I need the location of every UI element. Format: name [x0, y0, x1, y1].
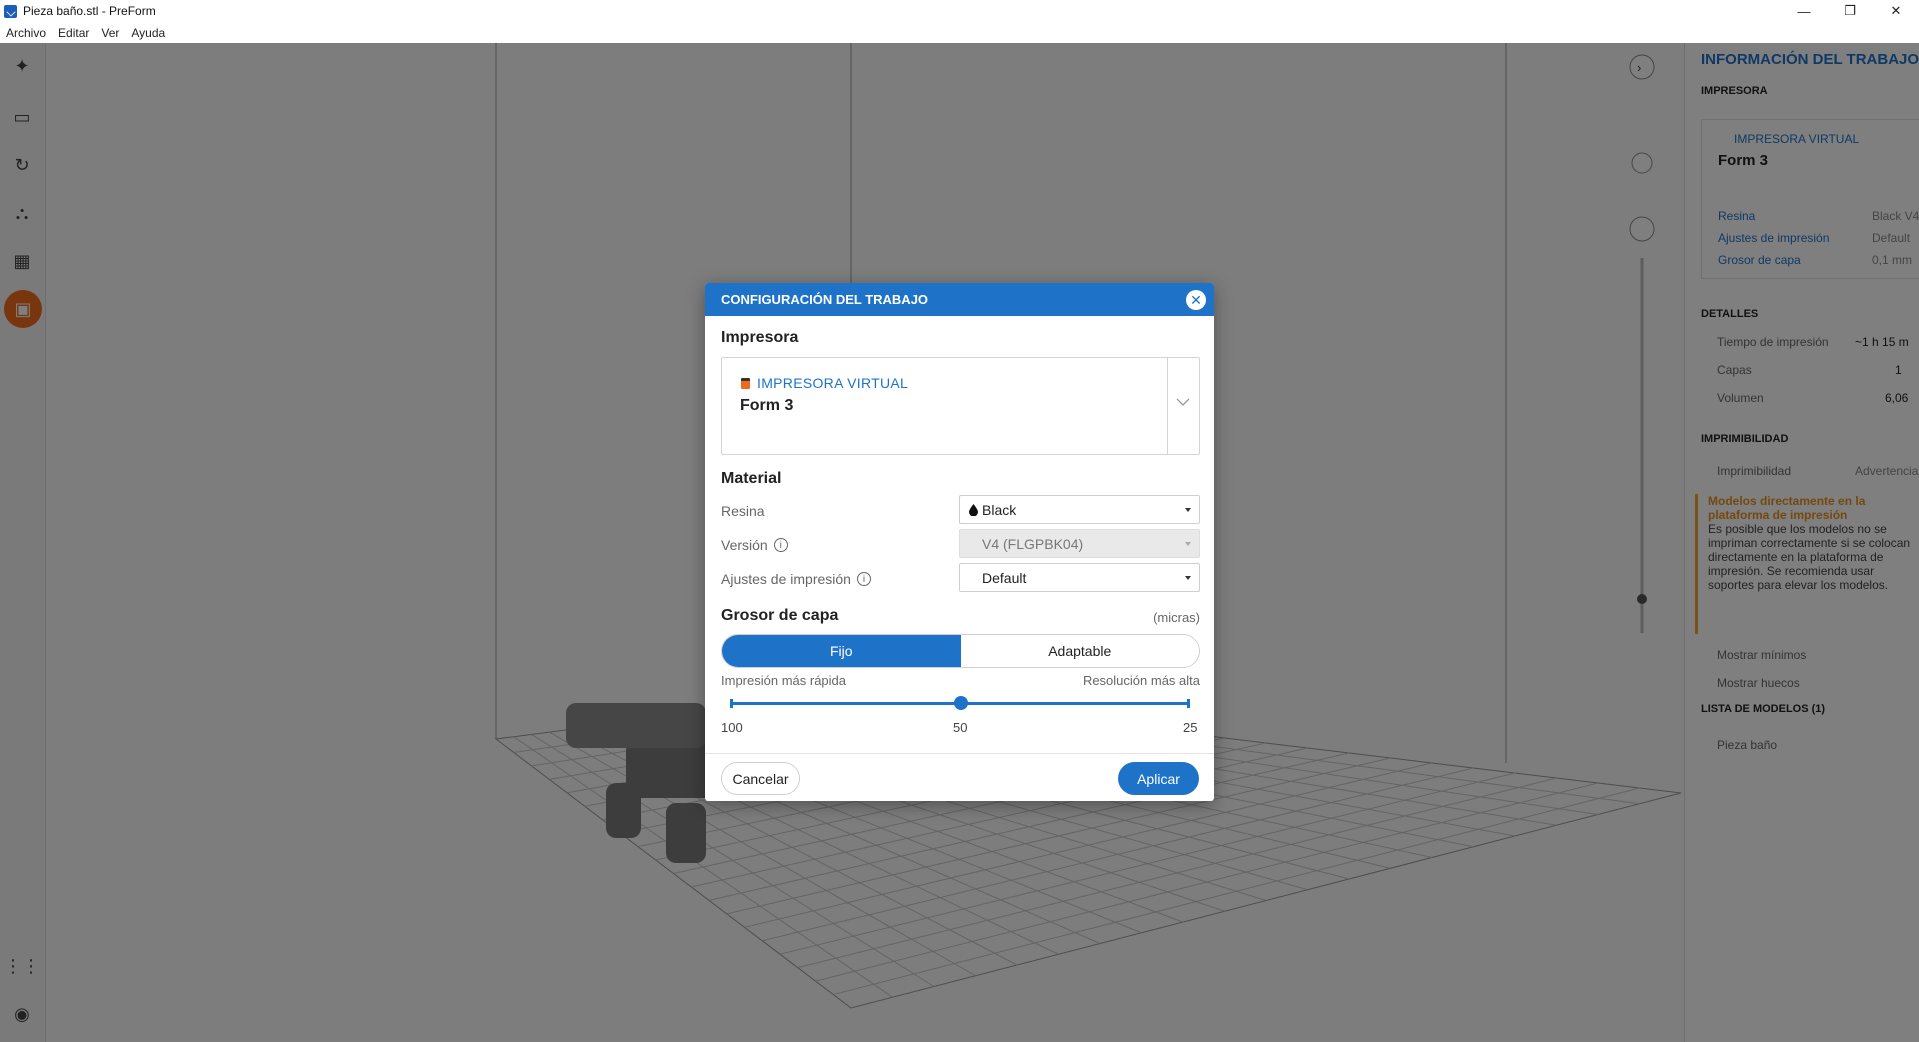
layer-slider-thumb[interactable]: [954, 696, 968, 710]
cancel-button[interactable]: Cancelar: [721, 762, 800, 795]
menu-editar[interactable]: Editar: [52, 26, 95, 40]
job-setup-dialog: CONFIGURACIÓN DEL TRABAJO ✕ Impresora IM…: [705, 283, 1214, 801]
layer-thickness-title: Grosor de capa: [721, 607, 839, 624]
slider-tick-end: [1187, 699, 1190, 708]
printer-icon: [741, 378, 750, 389]
window-controls: — ❐ ✕: [1781, 0, 1919, 22]
version-label: Versión i: [721, 537, 788, 553]
window-title: Pieza baño.stl - PreForm: [23, 4, 156, 18]
higher-resolution-label: Resolución más alta: [1082, 673, 1200, 688]
caret-down-icon: [1185, 576, 1191, 580]
dialog-title: CONFIGURACIÓN DEL TRABAJO: [721, 292, 929, 307]
version-select: V4 (FLGPBK04): [959, 529, 1200, 558]
layer-units: (micras): [1153, 610, 1200, 625]
material-section-title: Material: [721, 470, 782, 487]
printer-type: IMPRESORA VIRTUAL: [757, 375, 909, 391]
tick-label-50: 50: [953, 720, 968, 735]
mode-fixed-button[interactable]: Fijo: [722, 635, 961, 667]
dialog-header: CONFIGURACIÓN DEL TRABAJO ✕: [705, 283, 1214, 316]
preform-app-icon: [4, 4, 17, 18]
printer-section-title: Impresora: [721, 329, 799, 346]
resin-label: Resina: [721, 503, 765, 519]
printer-selector[interactable]: IMPRESORA VIRTUAL Form 3: [721, 357, 1200, 455]
resin-select[interactable]: Black: [959, 495, 1200, 524]
menu-ver[interactable]: Ver: [95, 26, 125, 40]
printer-selector-divider: [1167, 358, 1168, 454]
faster-print-label: Impresión más rápida: [721, 673, 846, 688]
printer-name: Form 3: [740, 397, 794, 414]
close-window-button[interactable]: ✕: [1873, 0, 1919, 22]
print-settings-select[interactable]: Default: [959, 563, 1200, 592]
title-bar: Pieza baño.stl - PreForm — ❐ ✕: [0, 0, 1919, 22]
maximize-button[interactable]: ❐: [1827, 0, 1873, 22]
slider-tick-start: [730, 699, 733, 708]
tick-label-100: 100: [721, 720, 743, 735]
print-settings-label: Ajustes de impresión i: [721, 571, 871, 587]
menu-bar: Archivo Editar Ver Ayuda: [0, 22, 1919, 43]
resin-drop-icon: [969, 504, 978, 516]
minimize-button[interactable]: —: [1781, 0, 1827, 22]
chevron-down-icon[interactable]: [1175, 394, 1191, 410]
dialog-close-button[interactable]: ✕: [1186, 290, 1206, 310]
info-icon[interactable]: i: [773, 538, 788, 552]
caret-down-icon: [1185, 508, 1191, 512]
mode-adaptive-button[interactable]: Adaptable: [960, 635, 1199, 667]
info-icon[interactable]: i: [856, 572, 871, 586]
menu-ayuda[interactable]: Ayuda: [125, 26, 171, 40]
apply-button[interactable]: Aplicar: [1118, 762, 1199, 795]
layer-mode-toggle[interactable]: Fijo Adaptable: [721, 634, 1200, 668]
dialog-footer-divider: [705, 753, 1214, 754]
menu-archivo[interactable]: Archivo: [0, 26, 52, 40]
caret-down-icon: [1185, 542, 1191, 546]
tick-label-25: 25: [1183, 720, 1198, 735]
